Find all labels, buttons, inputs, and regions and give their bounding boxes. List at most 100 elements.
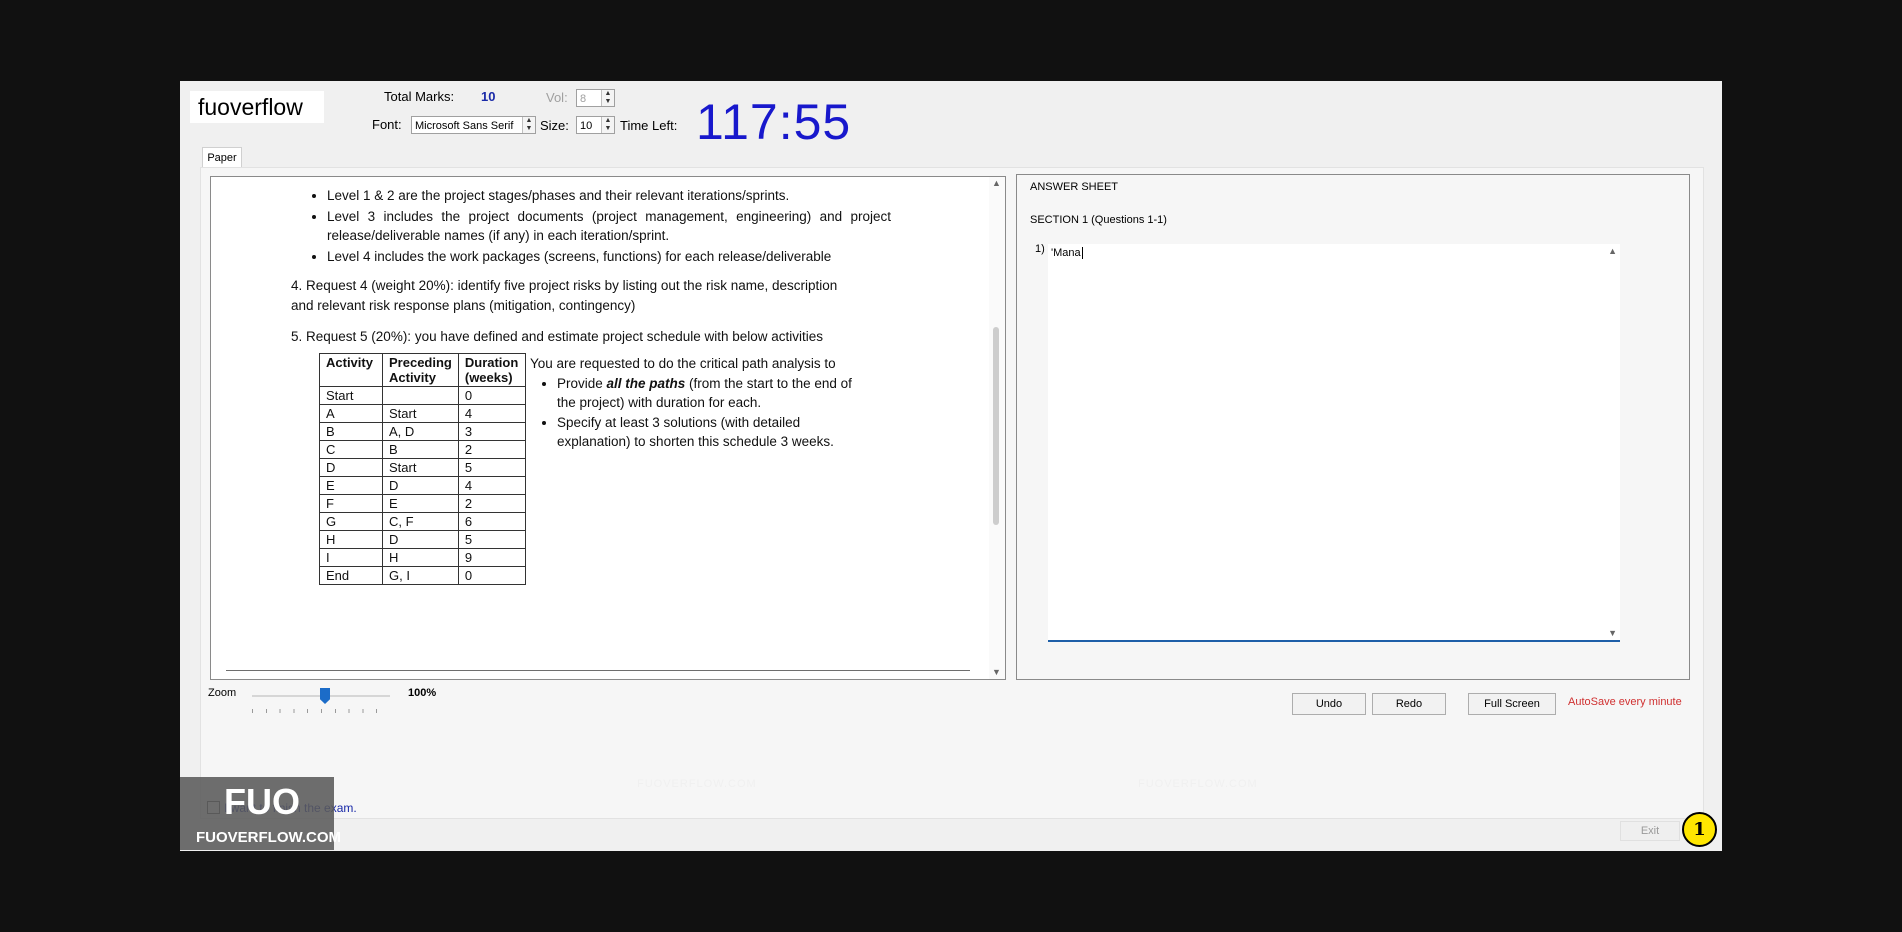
table-cell: C, F — [382, 512, 459, 531]
list-item: Provide all the paths (from the start to… — [557, 374, 860, 413]
autosave-label: AutoSave every minute — [1568, 696, 1682, 708]
answer-scroll-down-icon[interactable]: ▼ — [1608, 628, 1617, 638]
font-select[interactable]: Microsoft Sans Serif ▲ ▼ — [411, 116, 536, 134]
table-cell: Start — [319, 386, 383, 405]
list-item: Specify at least 3 solutions (with detai… — [557, 413, 860, 452]
vol-spin-icon[interactable]: ▲ ▼ — [601, 90, 614, 106]
total-marks-label: Total Marks: — [384, 89, 455, 104]
table-cell: 2 — [457, 494, 526, 513]
list-item: Level 4 includes the work packages (scre… — [327, 247, 891, 267]
cpa-b1-pre: Provide — [557, 375, 607, 391]
redo-button[interactable]: Redo — [1372, 693, 1446, 715]
tab-paper[interactable]: Paper — [202, 147, 242, 168]
table-cell: F — [319, 494, 383, 513]
table-cell: 6 — [457, 512, 526, 531]
zoom-value: 100% — [408, 687, 437, 699]
step-badge: 1 — [1682, 812, 1717, 847]
table-cell: B — [382, 440, 459, 459]
table-cell: H — [319, 530, 383, 549]
font-value: Microsoft Sans Serif — [415, 120, 514, 132]
logo-main: FUO — [224, 781, 300, 822]
table-cell: 0 — [457, 566, 526, 585]
table-cell: 5 — [457, 458, 526, 477]
size-label: Size: — [540, 118, 569, 133]
table-cell: 5 — [457, 530, 526, 549]
table-cell: D — [319, 458, 383, 477]
table-row: D Start 5 — [319, 458, 526, 477]
answer-text: 'Mana — [1051, 247, 1083, 259]
table-row: A Start 4 — [319, 404, 526, 423]
table-cell: 0 — [457, 386, 526, 405]
table-cell: A, D — [382, 422, 459, 441]
request-5-text: 5. Request 5 (20%): you have defined and… — [291, 329, 824, 344]
table-row: B A, D3 — [319, 422, 526, 441]
size-spin-icon[interactable]: ▲ ▼ — [601, 117, 614, 133]
question-paper[interactable]: Level 1 & 2 are the project stages/phase… — [210, 176, 1006, 680]
table-cell: C — [319, 440, 383, 459]
list-item: Level 3 includes the project documents (… — [327, 207, 891, 246]
cpa-block: You are requested to do the critical pat… — [530, 354, 860, 452]
zoom-slider[interactable] — [252, 688, 390, 715]
header-preceding: Preceding Activity — [382, 353, 459, 387]
scroll-thumb[interactable] — [993, 327, 999, 525]
full-screen-button[interactable]: Full Screen — [1468, 693, 1556, 715]
paper-vertical-scrollbar[interactable]: ▲ ▼ — [989, 177, 1005, 679]
header-duration: Duration (weeks) — [457, 353, 526, 387]
header-activity: Activity — [319, 353, 383, 387]
watermark-text: FUOVERFLOW.COM — [637, 778, 757, 790]
activity-table: Activity Preceding Activity Duration (we… — [319, 353, 526, 585]
table-cell: G — [319, 512, 383, 531]
table-cell: End — [319, 566, 383, 585]
fuoverflow-logo: FUO FUOVERFLOW.COM — [180, 777, 341, 850]
table-row: Start 0 — [319, 386, 526, 405]
size-stepper[interactable]: 10 ▲ ▼ — [576, 116, 615, 134]
table-row: IH9 — [319, 548, 526, 567]
answer-sheet-title: ANSWER SHEET — [1030, 181, 1119, 193]
font-spin-icon[interactable]: ▲ ▼ — [522, 117, 535, 133]
logo-sub: FUOVERFLOW.COM — [196, 829, 341, 846]
table-row: G C, F6 — [319, 512, 526, 531]
brand-label: fuoverflow — [190, 91, 324, 123]
table-cell: Start — [382, 404, 459, 423]
table-cell — [382, 386, 459, 405]
question-number: 1) — [1035, 243, 1045, 255]
answer-scroll-up-icon[interactable]: ▲ — [1608, 246, 1617, 256]
table-cell: Start — [382, 458, 459, 477]
table-cell: E — [382, 494, 459, 513]
timer: 117:55 — [696, 94, 852, 150]
table-cell: 9 — [457, 548, 526, 567]
table-body: Start 0 A Start 4 B A, D 3 C B 2 D Start 5 E D 4 F E 2 G C, … — [319, 386, 526, 585]
vol-stepper[interactable]: 8 ▲ ▼ — [576, 89, 615, 107]
size-value: 10 — [580, 120, 593, 132]
scroll-down-icon[interactable]: ▼ — [992, 667, 1001, 677]
table-cell: H — [382, 548, 459, 567]
table-row: HD5 — [319, 530, 526, 549]
table-row: FE2 — [319, 494, 526, 513]
list-item: Level 1 & 2 are the project stages/phase… — [327, 186, 891, 206]
watermark-text: FUOVERFLOW.COM — [1138, 778, 1258, 790]
font-label: Font: — [372, 117, 402, 132]
table-cell: 4 — [457, 476, 526, 495]
section-label: SECTION 1 (Questions 1-1) — [1030, 214, 1167, 226]
table-cell: 2 — [457, 440, 526, 459]
table-cell: 3 — [457, 422, 526, 441]
table-cell: A — [319, 404, 383, 423]
undo-button[interactable]: Undo — [1292, 693, 1366, 715]
vol-value: 8 — [580, 93, 587, 105]
request-4-text: 4. Request 4 (weight 20%): identify five… — [291, 278, 838, 313]
answer-input[interactable]: 'Mana ▲ ▼ — [1048, 244, 1620, 642]
table-cell: D — [382, 530, 459, 549]
table-cell: D — [382, 476, 459, 495]
scroll-up-icon[interactable]: ▲ — [992, 178, 1001, 188]
table-row: ED4 — [319, 476, 526, 495]
zoom-label: Zoom — [208, 687, 237, 699]
table-cell: 4 — [457, 404, 526, 423]
table-row: End G, I0 — [319, 566, 526, 585]
table-cell: B — [319, 422, 383, 441]
time-left-label: Time Left: — [620, 118, 678, 133]
table-row: CB2 — [319, 440, 526, 459]
zoom-thumb[interactable] — [320, 688, 330, 704]
exit-button[interactable]: Exit — [1620, 821, 1680, 841]
total-marks-value: 10 — [481, 89, 496, 104]
horizontal-scrollbar[interactable] — [226, 670, 970, 671]
